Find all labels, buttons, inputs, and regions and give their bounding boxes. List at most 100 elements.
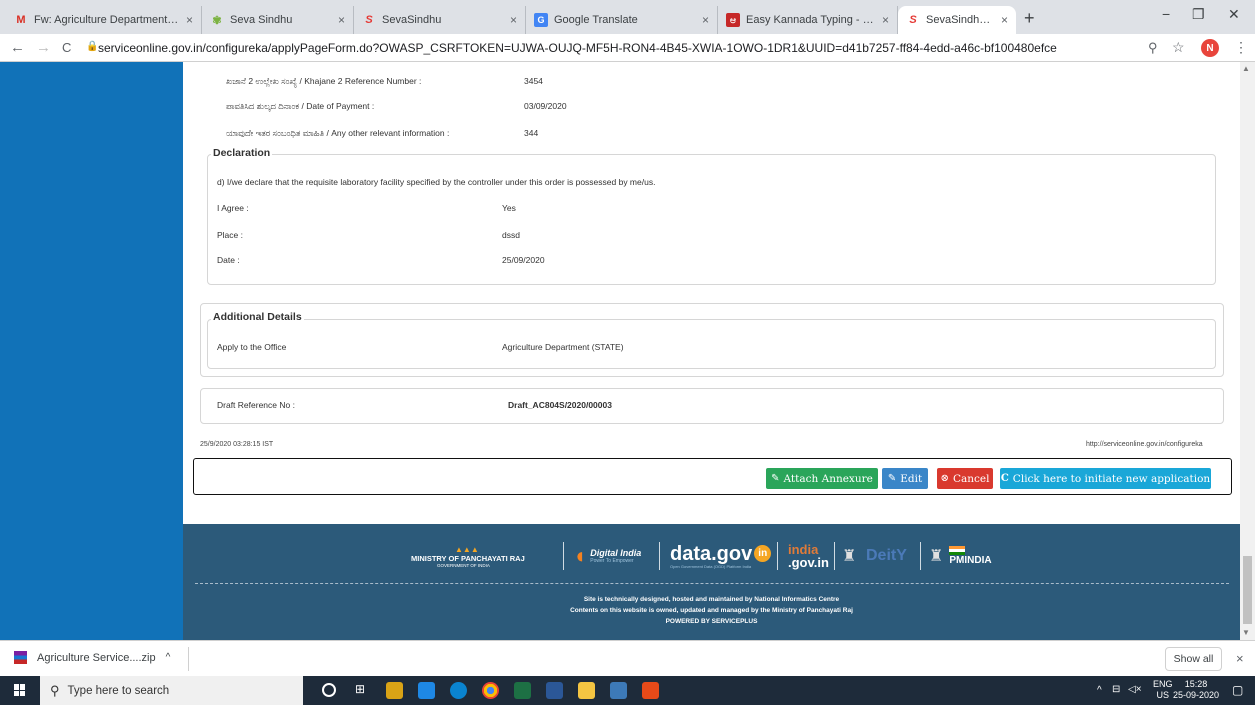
close-tab-icon[interactable]: × — [186, 13, 193, 27]
tab-label: Google Translate — [554, 14, 638, 26]
tab-google-translate[interactable]: G Google Translate × — [526, 6, 718, 34]
profile-avatar[interactable]: N — [1201, 39, 1219, 57]
close-tab-icon[interactable]: × — [338, 13, 345, 27]
close-tab-icon[interactable]: × — [702, 13, 709, 27]
url-field[interactable]: serviceonline.gov.in/configureka/applyPa… — [98, 41, 1057, 55]
mopr-emblem-icon: ▲▲▲ — [455, 544, 479, 554]
excel-icon[interactable] — [514, 682, 531, 699]
keyboard-layout: US — [1156, 690, 1170, 700]
chevron-up-icon[interactable]: ^ — [166, 652, 171, 663]
payment-date-value: 03/09/2020 — [524, 101, 567, 111]
reload-icon[interactable]: C — [62, 40, 71, 55]
scroll-down-icon[interactable]: ▼ — [1242, 628, 1250, 637]
new-tab-button[interactable]: + — [1024, 8, 1035, 29]
agree-value: Yes — [502, 203, 516, 213]
footer-separator — [834, 542, 835, 570]
other-info-value: 344 — [524, 128, 539, 138]
scroll-thumb[interactable] — [1243, 556, 1252, 624]
close-tab-icon[interactable]: × — [882, 13, 889, 27]
sevasindhu-s-icon: S — [365, 14, 373, 26]
scroll-up-icon[interactable]: ▲ — [1242, 64, 1250, 73]
browser-tab-strip: M Fw: Agriculture Department | R × ✾ Sev… — [0, 0, 1255, 34]
mail-icon[interactable] — [418, 682, 435, 699]
deity-logo[interactable]: DeitY — [866, 538, 907, 574]
task-view-icon[interactable]: ⊞ — [355, 682, 372, 699]
draft-reference-panel — [200, 388, 1224, 424]
browser-menu-icon[interactable]: ⋮ — [1234, 39, 1248, 56]
bookmark-star-icon[interactable]: ☆ — [1172, 39, 1185, 56]
language-indicator[interactable]: ENG US — [1153, 679, 1173, 701]
refresh-icon: C — [1000, 473, 1009, 484]
word-icon[interactable] — [546, 682, 563, 699]
tab-easy-kannada[interactable]: ಆ Easy Kannada Typing - English × — [718, 6, 898, 34]
edit-button[interactable]: ✎ Edit — [882, 468, 928, 489]
lock-icon[interactable]: 🔒 — [86, 41, 98, 52]
seva-sindhu-icon: ✾ — [212, 14, 222, 27]
download-separator — [188, 647, 189, 671]
tab-gmail[interactable]: M Fw: Agriculture Department | R × — [6, 6, 202, 34]
zoom-icon[interactable]: ⚲ — [1148, 40, 1158, 56]
gmail-icon: M — [16, 14, 26, 26]
tray-chevron-icon[interactable]: ^ — [1097, 685, 1102, 696]
other-info-label: ಯಾವುದೇ ಇತರ ಸಂಬಂಧಿತ ಮಾಹಿತಿ / Any other re… — [226, 128, 450, 138]
tab-sevasindhu[interactable]: S SevaSindhu × — [354, 6, 526, 34]
datagov-subtext: Open Government Data (OGD) Platform Indi… — [670, 563, 752, 569]
edit-icon: ✎ — [887, 473, 897, 484]
window-close-icon[interactable]: ✕ — [1228, 6, 1240, 23]
file-explorer-icon[interactable] — [578, 682, 595, 699]
cancel-icon: ⊗ — [940, 473, 949, 484]
tab-label: SevaSindhu-PreProd — [926, 14, 995, 26]
store-icon[interactable] — [386, 682, 403, 699]
app-icon[interactable] — [610, 682, 627, 699]
cortana-icon[interactable] — [322, 683, 336, 697]
draft-ref-value: Draft_AC804S/2020/00003 — [508, 400, 612, 410]
clock[interactable]: 15:28 25-09-2020 — [1172, 679, 1220, 701]
datagov-logo[interactable]: data.gov in Open Government Data (OGD) P… — [670, 538, 772, 574]
india-flag-icon — [949, 546, 966, 555]
cancel-button[interactable]: ⊗ Cancel — [937, 468, 993, 489]
footer-separator — [563, 542, 564, 570]
indiagov-logo[interactable]: india .gov.in — [788, 538, 829, 574]
close-tab-icon[interactable]: × — [510, 13, 517, 27]
language-code: ENG — [1153, 679, 1173, 689]
translate-icon: G — [534, 13, 548, 27]
network-icon[interactable]: ⊟ — [1112, 684, 1120, 695]
chrome-icon[interactable] — [482, 682, 499, 699]
mopr-logo[interactable]: ▲▲▲ MINISTRY OF PANCHAYATI RAJ GOVERNMEN… — [411, 538, 525, 574]
show-all-button[interactable]: Show all — [1165, 647, 1222, 671]
digital-india-logo[interactable]: ◖ Digital India Power To Empower — [573, 538, 641, 574]
date-value: 25/09/2020 — [502, 255, 545, 265]
download-filename: Agriculture Service....zip — [37, 651, 156, 664]
taskbar-search[interactable]: ⚲ Type here to search — [40, 676, 303, 705]
print-timestamp: 25/9/2020 03:28:15 IST — [200, 441, 274, 448]
attach-annexure-label: Attach Annexure — [783, 472, 873, 485]
minimize-icon[interactable]: − — [1162, 6, 1170, 22]
apply-office-label: Apply to the Office — [217, 342, 287, 352]
pmindia-logo[interactable]: ♜ PMINDIA — [929, 538, 992, 574]
forward-icon[interactable]: → — [36, 39, 51, 56]
tab-seva-sindhu[interactable]: ✾ Seva Sindhu × — [202, 6, 354, 34]
tab-label: Fw: Agriculture Department | R — [34, 14, 180, 26]
initiate-new-application-label: Click here to initiate new application — [1012, 472, 1211, 485]
volume-icon[interactable]: ◁× — [1128, 684, 1142, 695]
notification-icon[interactable]: ▢ — [1232, 683, 1243, 697]
digital-india-subtext: Power To Empower — [590, 558, 634, 564]
windows-start-icon[interactable] — [14, 684, 26, 696]
tab-sevasindhu-preprod[interactable]: S SevaSindhu-PreProd × — [898, 6, 1016, 34]
back-icon[interactable]: ← — [10, 39, 25, 56]
edge-icon[interactable] — [450, 682, 467, 699]
maximize-icon[interactable]: ❐ — [1192, 6, 1205, 23]
paint-icon[interactable] — [642, 682, 659, 699]
date-label: Date : — [217, 255, 240, 265]
close-tab-icon[interactable]: × — [1001, 13, 1008, 27]
print-url: http://serviceonline.gov.in/configureka — [1086, 441, 1203, 448]
initiate-new-application-button[interactable]: C Click here to initiate new application — [1000, 468, 1211, 489]
close-download-bar-icon[interactable]: × — [1236, 651, 1244, 666]
deity-text: DeitY — [866, 547, 907, 564]
download-item[interactable]: Agriculture Service....zip ^ — [14, 651, 170, 664]
page-scrollbar[interactable]: ▲ ▼ — [1240, 62, 1255, 640]
action-bar: ✎ Attach Annexure ✎ Edit ⊗ Cancel C Clic… — [193, 458, 1232, 495]
khajane-ref-label: ಖಜಾನೆ 2 ಉಲ್ಲೇಖ ಸಂಖ್ಯೆ / Khajane 2 Refere… — [226, 76, 422, 86]
attach-annexure-button[interactable]: ✎ Attach Annexure — [766, 468, 878, 489]
tab-label: Seva Sindhu — [230, 14, 293, 26]
